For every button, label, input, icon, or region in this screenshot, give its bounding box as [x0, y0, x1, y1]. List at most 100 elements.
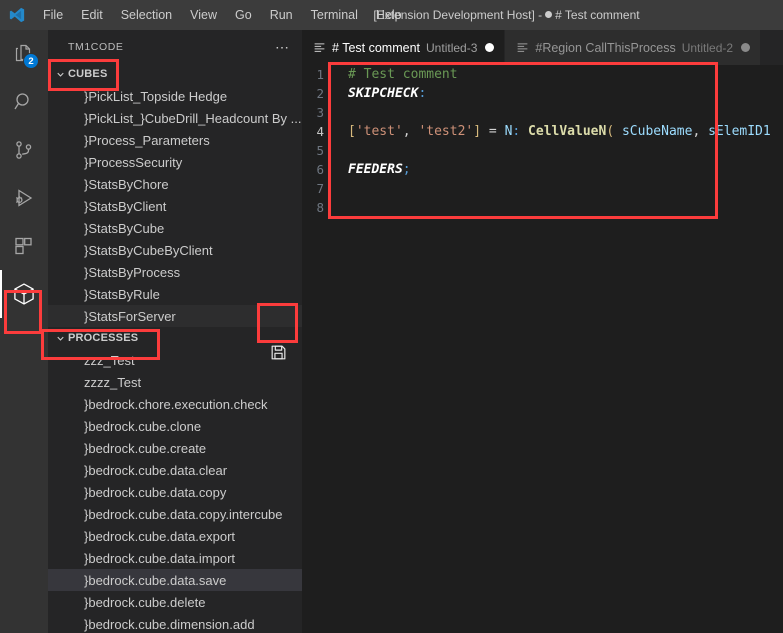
code-token: FEEDERS — [348, 162, 403, 177]
activity-item-extensions[interactable] — [0, 222, 48, 270]
vscode-logo-icon — [0, 0, 34, 30]
sidebar-panel: TM1CODE ⋯ CUBES }PickList_Topside Hedge … — [48, 30, 302, 633]
activity-item-explorer[interactable]: 2 — [0, 30, 48, 78]
menu-bar: File Edit Selection View Go Run Terminal… — [34, 5, 411, 25]
tab-description: Untitled-3 — [426, 40, 478, 55]
extensions-icon — [12, 234, 36, 258]
list-item[interactable]: }StatsByCubeByClient — [48, 239, 302, 261]
list-item[interactable]: }bedrock.cube.data.import — [48, 547, 302, 569]
list-item[interactable]: }StatsByProcess — [48, 261, 302, 283]
menu-edit[interactable]: Edit — [73, 5, 111, 25]
line-number: 4 — [316, 124, 324, 139]
code-line-text: SKIPCHECK: — [338, 86, 426, 101]
code-token: : — [418, 86, 427, 101]
code-lines-container: 1 # Test comment 2 SKIPCHECK: 3 4 ['test', 'te… — [302, 65, 783, 217]
code-line[interactable]: 4 ['test', 'test2'] = N: CellValueN( sCub… — [302, 122, 783, 141]
tab-description: Untitled-2 — [681, 40, 734, 55]
code-line[interactable]: 6 FEEDERS; — [302, 160, 783, 179]
tab-dirty-indicator[interactable] — [485, 43, 495, 52]
list-item[interactable]: }bedrock.cube.data.copy — [48, 481, 302, 503]
line-number: 8 — [316, 200, 324, 215]
explorer-badge-count: 2 — [23, 53, 39, 69]
dirty-dot-icon — [545, 11, 553, 19]
activity-item-source-control[interactable] — [0, 126, 48, 174]
code-token: CellValueN — [528, 124, 607, 139]
tab-dirty-indicator[interactable] — [741, 43, 751, 52]
code-token: 'test2' — [418, 124, 474, 139]
tab-test-comment[interactable]: # Test comment Untitled-3 — [302, 30, 506, 65]
menu-terminal[interactable]: Terminal — [303, 5, 366, 25]
sidebar-header: TM1CODE ⋯ — [48, 30, 302, 63]
menu-go[interactable]: Go — [227, 5, 260, 25]
code-token: # Test comment — [348, 67, 458, 82]
menu-help[interactable]: Help — [368, 5, 410, 25]
ellipsis-icon[interactable]: ⋯ — [271, 40, 294, 54]
list-item[interactable]: }Process_Parameters — [48, 129, 302, 151]
menu-file[interactable]: File — [35, 5, 71, 25]
line-number: 3 — [316, 105, 324, 120]
line-number: 6 — [316, 162, 324, 177]
activity-item-run-and-debug[interactable] — [0, 174, 48, 222]
activity-bar: 2 — [0, 30, 48, 633]
list-item[interactable]: }StatsByClient — [48, 195, 302, 217]
code-line[interactable]: 3 — [302, 103, 783, 122]
activity-item-tm1-cube[interactable] — [0, 270, 48, 318]
file-code-icon — [313, 41, 326, 54]
code-line[interactable]: 1 # Test comment — [302, 65, 783, 84]
chevron-down-icon — [52, 327, 68, 349]
tab-label: # Test comment — [332, 40, 421, 55]
list-item[interactable]: }PickList_Topside Hedge — [48, 85, 302, 107]
list-item[interactable]: }bedrock.cube.dimension.add — [48, 613, 302, 633]
list-item[interactable]: }StatsByRule — [48, 283, 302, 305]
menu-run[interactable]: Run — [262, 5, 301, 25]
code-token: ; — [402, 162, 411, 177]
list-item[interactable]: }bedrock.cube.clone — [48, 415, 302, 437]
list-item[interactable]: }bedrock.chore.execution.check — [48, 393, 302, 415]
code-line[interactable]: 7 — [302, 179, 783, 198]
list-item[interactable]: }PickList_}CubeDrill_Headcount By ... — [48, 107, 302, 129]
code-token: [ — [348, 124, 356, 139]
sidebar-section-cubes[interactable]: CUBES — [48, 63, 302, 85]
code-line[interactable]: 8 — [302, 198, 783, 217]
menu-view[interactable]: View — [182, 5, 225, 25]
editor-tab-bar: # Test comment Untitled-3 #Region CallTh… — [302, 30, 783, 65]
line-number: 5 — [316, 143, 324, 158]
list-item[interactable]: }bedrock.cube.data.export — [48, 525, 302, 547]
list-item[interactable]: }ProcessSecurity — [48, 151, 302, 173]
list-item[interactable]: }StatsByChore — [48, 173, 302, 195]
code-line[interactable]: 5 — [302, 141, 783, 160]
code-token: , — [402, 124, 411, 139]
activity-item-search[interactable] — [0, 78, 48, 126]
processes-tree-list: zzz_Test zzzz_Test }bedrock.chore.execut… — [48, 349, 302, 633]
code-token: sElemID1 — [708, 124, 771, 139]
list-item[interactable]: }StatsForServer — [48, 305, 302, 327]
window-title-suffix: # Test comment — [555, 8, 640, 22]
list-item[interactable]: }bedrock.cube.data.copy.intercube — [48, 503, 302, 525]
file-code-icon — [516, 41, 529, 54]
list-item[interactable]: zzzz_Test — [48, 371, 302, 393]
vscode-window: File Edit Selection View Go Run Terminal… — [0, 0, 783, 633]
list-item[interactable]: }bedrock.cube.data.clear — [48, 459, 302, 481]
code-editor[interactable]: 1 # Test comment 2 SKIPCHECK: 3 4 ['test', 'te… — [302, 65, 783, 633]
tab-region-callthisprocess[interactable]: #Region CallThisProcess Untitled-2 — [505, 30, 762, 65]
search-icon — [12, 90, 36, 114]
code-line-text: ['test', 'test2'] = N: CellValueN( sCube… — [338, 124, 771, 139]
menu-selection[interactable]: Selection — [113, 5, 180, 25]
source-control-icon — [12, 138, 36, 162]
save-floppy-icon[interactable] — [263, 338, 293, 366]
sidebar-section-processes-label: PROCESSES — [68, 332, 139, 344]
code-token: 'test' — [355, 124, 403, 139]
list-item[interactable]: }StatsByCube — [48, 217, 302, 239]
code-line[interactable]: 2 SKIPCHECK: — [302, 84, 783, 103]
list-item[interactable]: }bedrock.cube.delete — [48, 591, 302, 613]
list-item[interactable]: }bedrock.cube.data.save — [48, 569, 302, 591]
cubes-tree-list: }PickList_Topside Hedge }PickList_}CubeD… — [48, 85, 302, 327]
code-line-text: FEEDERS; — [338, 162, 411, 177]
code-token: SKIPCHECK — [348, 86, 419, 101]
list-item[interactable]: }bedrock.cube.create — [48, 437, 302, 459]
code-token: sCubeName — [621, 124, 693, 139]
